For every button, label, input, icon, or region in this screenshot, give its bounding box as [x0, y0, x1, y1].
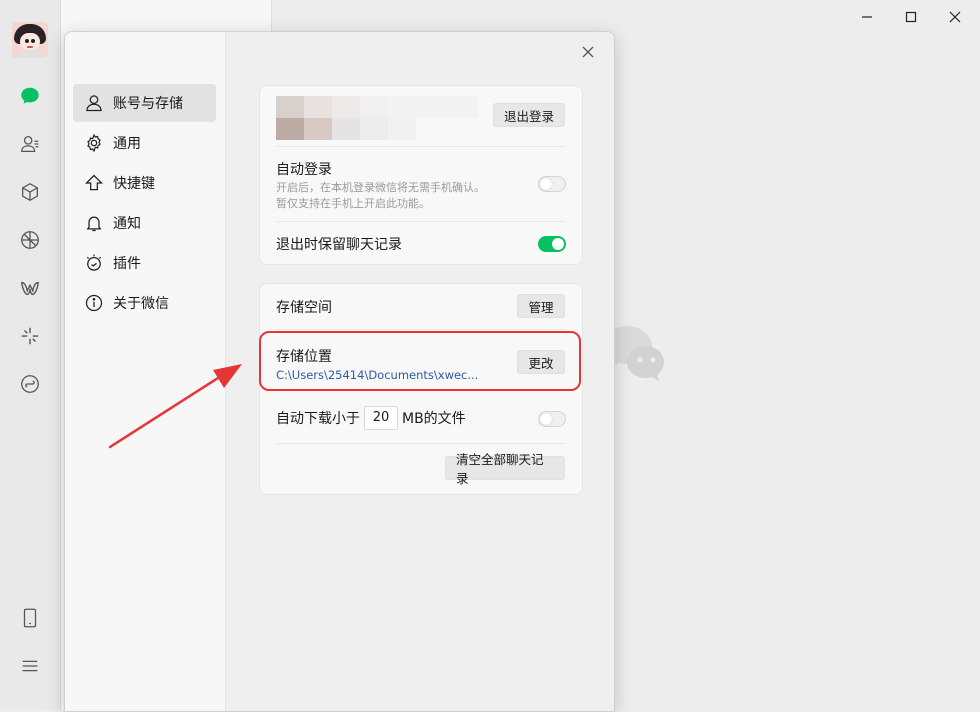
auto-login-desc-2: 暂仅支持在手机上开启此功能。: [276, 197, 430, 210]
keep-history-toggle[interactable]: [538, 236, 566, 252]
nav-item-shortcuts[interactable]: 快捷键: [73, 164, 216, 202]
nav-item-about[interactable]: 关于微信: [73, 284, 216, 322]
auto-login-row: 自动登录 开启后，在本机登录微信将无需手机确认。 暂仅支持在手机上开启此功能。: [276, 159, 566, 212]
account-card: 退出登录 自动登录 开启后，在本机登录微信将无需手机确认。 暂仅支持在手机上开启…: [259, 85, 583, 265]
account-avatar-blurred: [276, 96, 486, 140]
minimize-icon[interactable]: [852, 6, 882, 28]
change-location-button[interactable]: 更改: [517, 350, 565, 374]
favorites-icon[interactable]: [18, 180, 42, 204]
bell-icon: [83, 212, 105, 234]
arrow-up-icon: [83, 172, 105, 194]
manage-button[interactable]: 管理: [517, 294, 565, 318]
nav-item-account-storage[interactable]: 账号与存储: [73, 84, 216, 122]
contacts-icon[interactable]: [18, 132, 42, 156]
mini-program-icon[interactable]: [18, 372, 42, 396]
nav-item-notifications[interactable]: 通知: [73, 204, 216, 242]
keep-history-label: 退出时保留聊天记录: [276, 237, 402, 253]
divider: [276, 329, 566, 330]
auto-download-suffix: MB的文件: [402, 411, 466, 427]
moments-icon[interactable]: [18, 228, 42, 252]
search-feed-icon[interactable]: [18, 324, 42, 348]
settings-content: 退出登录 自动登录 开启后，在本机登录微信将无需手机确认。 暂仅支持在手机上开启…: [226, 32, 614, 711]
avatar[interactable]: [12, 22, 48, 58]
chat-icon[interactable]: [18, 84, 42, 108]
gear-icon: [83, 132, 105, 154]
settings-nav: 账号与存储 通用 快捷键 通知 插件 关于微信: [65, 32, 226, 711]
nav-label: 账号与存储: [113, 96, 183, 112]
keep-history-row: 退出时保留聊天记录: [276, 234, 566, 254]
auto-download-size-input[interactable]: 20: [364, 406, 398, 430]
settings-dialog: 账号与存储 通用 快捷键 通知 插件 关于微信 退出登录 自动登录 开启后，在本…: [64, 31, 615, 712]
close-icon[interactable]: [576, 40, 600, 64]
menu-icon[interactable]: [18, 654, 42, 678]
nav-label: 通知: [113, 216, 141, 232]
storage-card: 存储空间 管理 存储位置 C:\Users\25414\Documents\xw…: [259, 283, 583, 495]
phone-icon[interactable]: [18, 606, 42, 630]
auto-download-prefix: 自动下载小于: [276, 411, 360, 427]
auto-download-row: 自动下载小于 20 MB的文件: [276, 406, 566, 430]
close-window-icon[interactable]: [940, 6, 970, 28]
user-icon: [83, 92, 105, 114]
channels-icon[interactable]: [18, 276, 42, 300]
nav-label: 关于微信: [113, 296, 169, 312]
auto-login-label: 自动登录: [276, 162, 332, 178]
divider: [276, 443, 566, 444]
main-sidebar: [0, 0, 61, 710]
auto-login-desc-1: 开启后，在本机登录微信将无需手机确认。: [276, 181, 485, 194]
maximize-icon[interactable]: [896, 6, 926, 28]
clear-history-button[interactable]: 清空全部聊天记录: [445, 452, 565, 486]
auto-login-toggle[interactable]: [538, 176, 566, 192]
divider: [276, 146, 566, 147]
nav-label: 通用: [113, 136, 141, 152]
logout-button[interactable]: 退出登录: [493, 103, 565, 127]
auto-download-toggle[interactable]: [538, 411, 566, 427]
nav-item-plugins[interactable]: 插件: [73, 244, 216, 282]
nav-item-general[interactable]: 通用: [73, 124, 216, 162]
nav-label: 快捷键: [113, 176, 155, 192]
plugin-icon: [83, 252, 105, 274]
nav-label: 插件: [113, 256, 141, 272]
info-icon: [83, 292, 105, 314]
divider: [276, 221, 566, 222]
